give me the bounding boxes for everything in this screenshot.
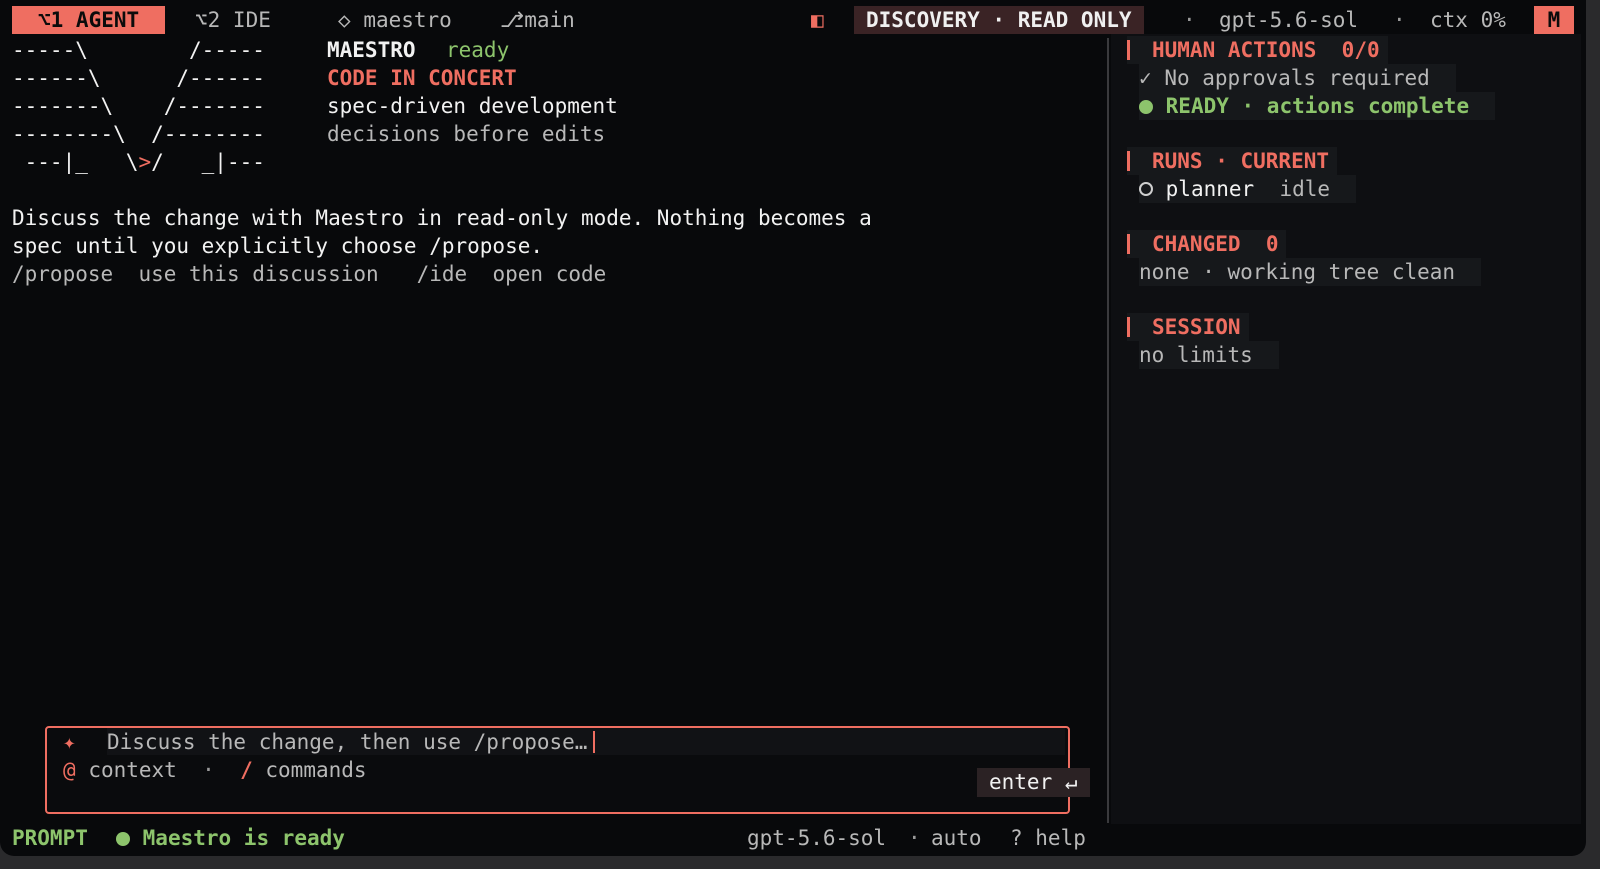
context-usage: ctx 0% [1430,8,1506,32]
tab-ide[interactable]: ⌥2 IDE [195,6,271,34]
ascii-logo-line: ------\ /------ [12,66,265,90]
separator: · [202,758,215,782]
separator: · [1183,8,1196,32]
ready-message: Maestro is ready [116,824,345,852]
idle-circle-icon [1139,182,1153,196]
ascii-logo-line: ---|_ \>/ _|--- [12,148,265,176]
prompt-mode-label: PROMPT [12,826,88,850]
section-marker [1127,40,1130,60]
session-limits: no limits [1139,341,1279,369]
diamond-icon: ◇ [338,8,351,32]
prompt-placeholder: Discuss the change, then use /propose… [107,728,596,756]
sidebar-panel: HUMAN ACTIONS 0/0 ✓ No approvals require… [1111,34,1581,824]
ascii-logo-fragment: ---|_ \ [12,150,139,174]
changed-heading: CHANGED 0 [1127,230,1287,258]
composer-hints: @ context · / commands [63,756,367,784]
ascii-logo-line: --------\ /-------- [12,122,265,146]
hint-propose-command[interactable]: /propose [12,262,113,286]
status-dot-icon [1139,100,1153,114]
subtitle-secondary: decisions before edits [327,122,606,146]
branch-indicator[interactable]: ⎇main [500,6,575,34]
changed-title: CHANGED [1152,232,1241,256]
pane-divider[interactable] [1107,38,1109,823]
repo-indicator[interactable]: ◇ maestro [338,6,452,34]
branch-icon: ⎇ [500,8,525,32]
repo-name: maestro [363,8,452,32]
at-icon: @ [63,758,76,782]
enter-button[interactable]: enter ↵ [977,768,1090,797]
separator: · [908,826,921,850]
changed-count: 0 [1265,232,1279,256]
ascii-logo-line: -----\ /----- [12,38,265,62]
ready-indicator: READY · actions complete [1139,92,1496,120]
model-name[interactable]: gpt-5.6-sol [1219,6,1358,34]
session-heading: SESSION [1127,313,1249,341]
changed-status: none · working tree clean [1139,258,1482,286]
runs-heading: RUNS · CURRENT [1127,147,1338,175]
status-bar: PROMPT Maestro is ready gpt-5.6-sol · au… [0,824,1586,852]
section-marker [1127,151,1130,171]
tagline: CODE IN CONCERT [327,66,517,90]
human-actions-title: HUMAN ACTIONS [1152,38,1317,62]
ready-text: READY · actions complete [1165,94,1470,118]
slash-icon: / [240,758,253,782]
run-state: idle [1279,177,1331,201]
ascii-logo-fragment: / _|--- [151,150,265,174]
prompt-composer[interactable]: Discuss the change, then use /propose… ✦… [45,726,1090,814]
separator: · [1393,8,1406,32]
ascii-logo-line: -------\ /------- [12,94,265,118]
session-title: SESSION [1152,315,1241,339]
human-actions-count: 0/0 [1341,38,1380,62]
section-marker [1127,317,1130,337]
section-marker [1127,234,1130,254]
top-bar: ⌥1 AGENT ⌥2 IDE ◇ maestro ⎇main ◧ DISCOV… [0,6,1586,34]
status-model[interactable]: gpt-5.6-sol [747,824,886,852]
run-agent-name: planner [1165,177,1255,201]
intro-text: Discuss the change with Maestro in read-… [12,206,872,230]
status-dot-icon [116,832,130,846]
check-icon: ✓ [1139,66,1152,90]
run-item[interactable]: planner idle [1139,175,1357,203]
help-link[interactable]: ? help [1010,824,1086,852]
ready-status: ready [446,38,510,62]
approvals-status: ✓ No approvals required [1139,64,1456,92]
sparkle-icon: ✦ [63,730,76,754]
approvals-text: No approvals required [1164,66,1430,90]
ascii-logo-arrow: > [138,150,152,174]
sidebar-toggle-icon[interactable]: ◧ [811,6,824,34]
branch-name: main [524,8,575,32]
intro-text: spec until you explicitly choose /propos… [12,234,544,258]
hint-ide-desc: open code [492,262,607,286]
subtitle: spec-driven development [327,94,618,118]
human-actions-heading: HUMAN ACTIONS 0/0 [1127,36,1388,64]
mode-badge: DISCOVERY · READ ONLY [854,6,1144,34]
command-hints: /propose use this discussion /ide open c… [12,260,606,288]
hint-propose-desc: use this discussion [138,262,379,286]
context-hint[interactable]: context [88,758,177,782]
product-name: MAESTRO [327,38,416,62]
prompt-input[interactable]: Discuss the change, then use /propose… [107,728,1065,755]
profile-badge[interactable]: M [1534,6,1574,34]
terminal-window: ⌥1 AGENT ⌥2 IDE ◇ maestro ⎇main ◧ DISCOV… [0,0,1586,856]
status-mode[interactable]: auto [931,824,982,852]
runs-title: RUNS · CURRENT [1152,149,1330,173]
commands-hint[interactable]: commands [265,758,366,782]
hint-ide-command[interactable]: /ide [417,262,468,286]
text-caret [593,731,596,753]
tab-agent[interactable]: ⌥1 AGENT [12,6,166,34]
